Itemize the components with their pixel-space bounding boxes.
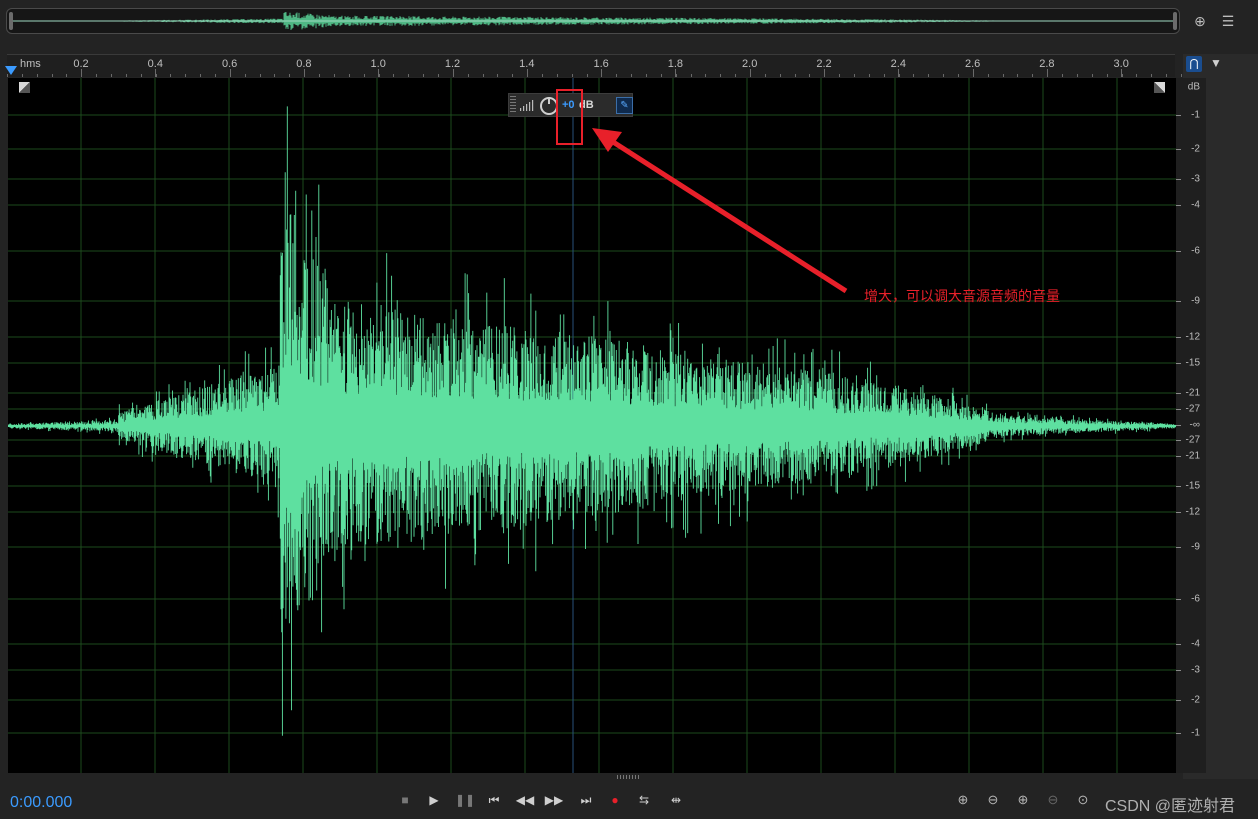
zoom-in-time-icon[interactable]: ⊕	[1012, 791, 1034, 809]
loop-button[interactable]: ⇆	[634, 792, 654, 808]
callout-arrow	[592, 128, 848, 294]
watermark: CSDN @匿迹射君	[1105, 798, 1236, 815]
stop-button[interactable]: ■	[395, 792, 415, 808]
zoom-out-time-icon[interactable]: ⊖	[1042, 791, 1064, 809]
pause-button[interactable]: ❚❚	[455, 792, 475, 808]
record-button[interactable]: ●	[605, 792, 625, 808]
skip-selection-button[interactable]: ⇹	[666, 792, 686, 808]
fast-forward-button[interactable]: ▶▶	[544, 792, 564, 808]
play-button[interactable]: ▶	[424, 792, 444, 808]
annotation-text: 增大，可以调大音源音频的音量	[864, 288, 1060, 304]
go-to-start-button[interactable]: ⏮	[484, 792, 504, 808]
zoom-out-amplitude-icon[interactable]: ⊖	[982, 791, 1004, 809]
zoom-full-icon[interactable]: ⊙	[1072, 791, 1094, 809]
zoom-in-amplitude-icon[interactable]: ⊕	[952, 791, 974, 809]
rewind-button[interactable]: ◀◀	[515, 792, 535, 808]
go-to-end-button[interactable]: ⏭	[576, 792, 596, 808]
transport-bar: 0:00.000 ■ ▶ ❚❚ ⏮ ◀◀ ▶▶ ⏭ ● ⇆ ⇹ ⊕ ⊖ ⊕ ⊖ …	[0, 779, 1258, 819]
current-time[interactable]: 0:00.000	[10, 794, 72, 812]
